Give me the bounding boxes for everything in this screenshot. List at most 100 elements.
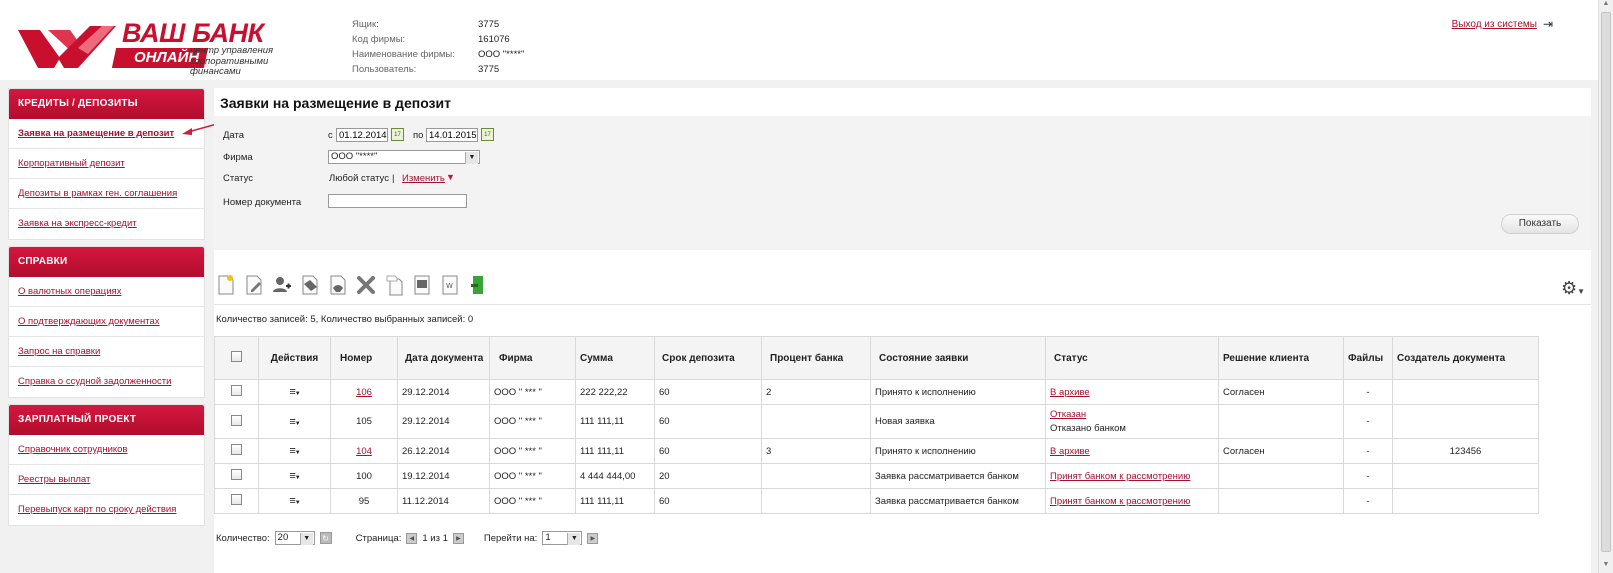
row-date: 29.12.2014 (397, 379, 490, 405)
sidebar-item-employees[interactable]: Справочник сотрудников (18, 444, 127, 455)
firm-select[interactable]: ООО "****" ▼ (328, 150, 480, 164)
exit-icon[interactable] (468, 274, 488, 296)
col-header-status[interactable]: Статус (1045, 336, 1219, 380)
date-to-prefix: по (413, 130, 424, 141)
menu-icon[interactable]: ≡▼ (289, 386, 300, 398)
select-all-checkbox[interactable] (231, 351, 242, 362)
col-header-term[interactable]: Срок депозита (654, 336, 762, 380)
row-creator (1392, 488, 1539, 514)
sidebar-item-currency-ops[interactable]: О валютных операциях (18, 286, 121, 297)
sidebar-item-general-agreement[interactable]: Депозиты в рамках ген. соглашения (18, 188, 177, 199)
row-checkbox[interactable] (231, 494, 242, 505)
col-header-state[interactable]: Состояние заявки (870, 336, 1046, 380)
show-button[interactable]: Показать (1501, 214, 1579, 234)
row-status-link[interactable]: В архиве (1050, 446, 1090, 457)
row-number-link[interactable]: 106 (356, 387, 372, 398)
row-status-link[interactable]: Принят банком к рассмотрению (1050, 471, 1190, 482)
col-header-decision[interactable]: Решение клиента (1218, 336, 1344, 380)
refresh-icon[interactable]: ↻ (319, 532, 332, 544)
row-number: 105 (330, 404, 398, 439)
row-number: 100 (330, 463, 398, 489)
col-header-number[interactable]: Номер (330, 336, 398, 380)
menu-icon[interactable]: ≡▼ (289, 470, 300, 482)
logout-icon[interactable]: ⇥ (1543, 17, 1553, 31)
row-number-link[interactable]: 104 (356, 446, 372, 457)
scroll-thumb[interactable] (1601, 12, 1611, 552)
docnum-input[interactable] (328, 194, 467, 208)
sidebar-section-salary: ЗАРПЛАТНЫЙ ПРОЕКТ Справочник сотрудников… (8, 404, 205, 526)
row-sum: 111 111,11 (575, 438, 655, 464)
row-sum: 111 111,11 (575, 488, 655, 514)
row-number: 95 (330, 488, 398, 514)
caret-down-icon[interactable]: ▼ (446, 172, 455, 182)
sidebar-section-title[interactable]: СПРАВКИ (9, 247, 204, 277)
row-sum: 222 222,22 (575, 379, 655, 405)
menu-icon[interactable]: ≡▼ (289, 416, 300, 428)
scroll-down-icon[interactable]: ▼ (1599, 561, 1613, 573)
main-panel: Заявки на размещение в депозит Дата с 17… (214, 88, 1591, 573)
goto-go-icon[interactable]: ▶ (587, 532, 599, 544)
export-icon[interactable]: W (440, 274, 460, 296)
qty-select[interactable]: 20 ▼ (274, 531, 315, 545)
row-checkbox[interactable] (231, 414, 242, 426)
table-row[interactable]: ≡▼ 104 26.12.2014 ООО " *** " 111 111,11… (214, 438, 1539, 464)
menu-icon[interactable]: ≡▼ (289, 445, 300, 457)
row-status-link[interactable]: Принят банком к рассмотрению (1050, 496, 1190, 507)
sign-icon[interactable] (300, 274, 320, 296)
prev-page-icon[interactable]: ◀ (406, 532, 418, 544)
col-header-date[interactable]: Дата документа (397, 336, 490, 380)
row-checkbox[interactable] (231, 385, 242, 396)
logout-link[interactable]: Выход из системы (1452, 19, 1537, 30)
row-checkbox[interactable] (231, 469, 242, 480)
new-doc-icon[interactable] (216, 274, 236, 296)
goto-select[interactable]: 1 ▼ (542, 531, 583, 545)
col-header-sum[interactable]: Сумма (575, 336, 655, 380)
sidebar-item-express-credit[interactable]: Заявка на экспресс-кредит (18, 218, 137, 229)
sidebar-section-title[interactable]: ЗАРПЛАТНЫЙ ПРОЕКТ (9, 405, 204, 435)
row-status-link[interactable]: В архиве (1050, 387, 1090, 398)
row-creator (1392, 379, 1539, 405)
row-date: 11.12.2014 (397, 488, 490, 514)
scroll-up-icon[interactable]: ▲ (1599, 0, 1613, 12)
status-change-link[interactable]: Изменить (402, 173, 445, 184)
col-header-files[interactable]: Файлы (1343, 336, 1393, 380)
print-icon[interactable] (412, 274, 432, 296)
date-to-input[interactable] (426, 128, 478, 142)
sidebar-item-card-reissue[interactable]: Перевыпуск карт по сроку действия (18, 504, 176, 515)
table-row[interactable]: ≡▼ 95 11.12.2014 ООО " *** " 111 111,11 … (214, 488, 1539, 514)
delete-icon[interactable] (356, 274, 376, 296)
add-user-icon[interactable] (272, 274, 292, 296)
col-header-percent[interactable]: Процент банка (761, 336, 871, 380)
sidebar-item-deposit-request[interactable]: Заявка на размещение в депозит (18, 128, 174, 139)
date-from-input[interactable] (336, 128, 388, 142)
settings-gear-icon[interactable]: ⚙▼ (1561, 278, 1585, 299)
copy-icon[interactable] (384, 274, 404, 296)
sidebar-item-supporting-docs[interactable]: О подтверждающих документах (18, 316, 160, 327)
col-header-actions[interactable]: Действия (258, 336, 331, 380)
col-header-firm[interactable]: Фирма (489, 336, 576, 380)
sidebar-item-reference-request[interactable]: Запрос на справки (18, 346, 100, 357)
row-checkbox-cell (214, 463, 259, 489)
logo-mark-icon (18, 26, 116, 68)
next-page-icon[interactable]: ▶ (452, 532, 464, 544)
row-checkbox-cell (214, 379, 259, 405)
bank-logo[interactable]: ВАШ БАНК ОНЛАЙН центр управления корпора… (18, 18, 288, 77)
sidebar-item-payment-registers[interactable]: Реестры выплат (18, 474, 90, 485)
calendar-icon[interactable]: 17 (481, 128, 494, 141)
sidebar-item-loan-debt[interactable]: Справка о ссудной задолженности (18, 376, 171, 387)
calendar-icon[interactable]: 17 (391, 128, 404, 141)
vertical-scrollbar[interactable]: ▲ ▼ (1598, 0, 1613, 573)
row-status-link[interactable]: Отказан (1050, 409, 1086, 420)
col-header-creator[interactable]: Создатель документа (1392, 336, 1539, 380)
send-icon[interactable] (328, 274, 348, 296)
table-row[interactable]: ≡▼ 100 19.12.2014 ООО " *** " 4 444 444,… (214, 463, 1539, 489)
table-row[interactable]: ≡▼ 105 29.12.2014 ООО " *** " 111 111,11… (214, 404, 1539, 439)
sidebar-item: Запрос на справки (9, 337, 204, 367)
edit-doc-icon[interactable] (244, 274, 264, 296)
menu-icon[interactable]: ≡▼ (289, 495, 300, 507)
info-label: Наименование фирмы: (352, 49, 455, 60)
sidebar-section-title[interactable]: КРЕДИТЫ / ДЕПОЗИТЫ (9, 89, 204, 119)
table-row[interactable]: ≡▼ 106 29.12.2014 ООО " *** " 222 222,22… (214, 379, 1539, 405)
row-checkbox[interactable] (231, 444, 242, 455)
sidebar-item-corporate-deposit[interactable]: Корпоративный депозит (18, 158, 125, 169)
